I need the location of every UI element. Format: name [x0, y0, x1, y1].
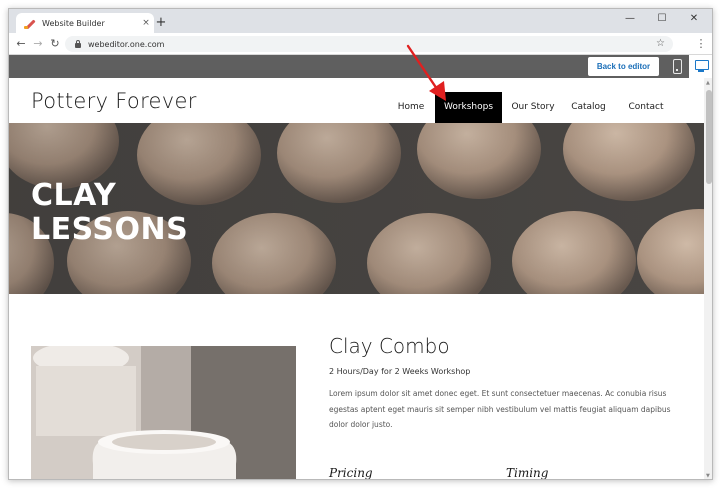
desktop-preview-icon[interactable]: [695, 60, 709, 73]
back-to-editor-button[interactable]: Back to editor: [588, 57, 659, 76]
website-preview: Pottery Forever Home Workshops Our Story…: [9, 78, 704, 480]
annotation-arrow-icon: [406, 44, 446, 101]
scroll-down-icon[interactable]: ▼: [706, 473, 710, 479]
scroll-thumb[interactable]: [706, 90, 712, 184]
window-close-icon[interactable]: ✕: [681, 12, 707, 26]
address-bar: ← → ↻ webeditor.one.com ☆ ⋮: [9, 33, 712, 55]
pen-favicon-icon: [24, 18, 35, 29]
product-subtitle: 2 Hours/Day for 2 Weeks Workshop: [329, 367, 471, 376]
url-bar[interactable]: webeditor.one.com ☆: [65, 36, 673, 52]
product-description: Lorem ipsum dolor sit amet donec eget. E…: [329, 389, 671, 429]
mobile-preview-icon[interactable]: [672, 59, 682, 74]
url-text: webeditor.one.com: [88, 39, 165, 49]
product-title: Clay Combo: [329, 334, 450, 358]
back-arrow-icon[interactable]: ←: [13, 36, 29, 52]
browser-menu-icon[interactable]: ⋮: [695, 36, 707, 52]
maximize-icon[interactable]: ☐: [649, 12, 675, 26]
hero-banner: CLAY LESSONS: [9, 123, 704, 294]
scrollbar[interactable]: ▲ ▼: [704, 78, 712, 479]
tab-close-icon[interactable]: ×: [138, 18, 154, 28]
lock-icon: [75, 40, 81, 48]
hero-title: CLAY LESSONS: [31, 179, 188, 247]
minimize-icon[interactable]: —: [617, 12, 643, 26]
reload-icon[interactable]: ↻: [47, 36, 63, 52]
bookmark-star-icon[interactable]: ☆: [656, 36, 665, 52]
nav-item-catalog[interactable]: Catalog: [566, 92, 611, 123]
timing-heading: Timing: [506, 466, 549, 480]
nav-item-our-story[interactable]: Our Story: [506, 92, 560, 123]
new-tab-icon[interactable]: +: [153, 15, 169, 31]
hero-title-line-1: CLAY: [31, 178, 117, 213]
hero-title-line-2: LESSONS: [31, 212, 189, 247]
site-logo[interactable]: Pottery Forever: [31, 89, 197, 113]
product-image: [31, 346, 296, 479]
nav-item-contact[interactable]: Contact: [618, 92, 674, 123]
browser-window: Website Builder × + — ☐ ✕ ← → ↻ webedito…: [8, 8, 713, 480]
forward-arrow-icon[interactable]: →: [30, 36, 46, 52]
pottery-vases-image: [31, 346, 296, 479]
scroll-up-icon[interactable]: ▲: [706, 80, 710, 86]
tab-title: Website Builder: [42, 18, 105, 28]
editor-preview-bar: Back to editor: [9, 55, 712, 78]
browser-tab[interactable]: Website Builder ×: [16, 13, 154, 33]
tab-strip: Website Builder × + — ☐ ✕: [9, 9, 712, 33]
pricing-heading: Pricing: [329, 466, 373, 480]
